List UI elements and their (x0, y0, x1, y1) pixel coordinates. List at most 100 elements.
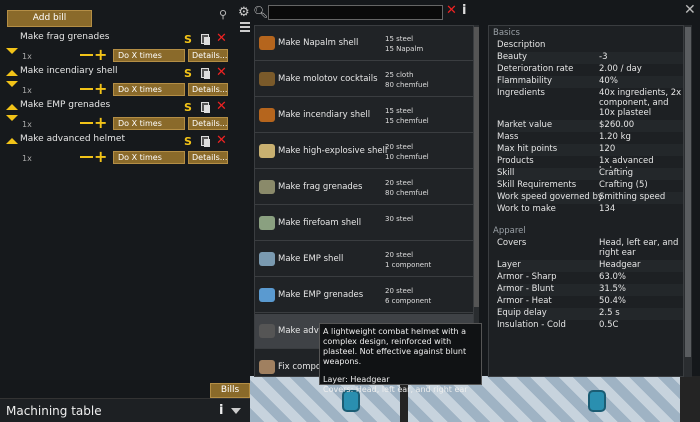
bill-title: Make incendiary shell (20, 66, 118, 76)
info-icon[interactable]: i (462, 3, 466, 18)
stat-row[interactable]: Market value $260.00 (497, 120, 683, 132)
move-up-icon[interactable] (6, 138, 18, 144)
suspend-icon[interactable]: S (184, 101, 192, 114)
decrement-icon[interactable] (80, 156, 93, 158)
decrement-icon[interactable] (80, 88, 93, 90)
increment-icon[interactable]: + (94, 81, 107, 97)
copy-icon[interactable] (201, 136, 210, 147)
increment-icon[interactable]: + (94, 149, 107, 165)
add-bill-button[interactable]: Add bill (7, 10, 92, 27)
stat-row[interactable]: Skill Crafting (497, 168, 683, 180)
stat-row[interactable]: Max hit points 120 (497, 144, 683, 156)
stat-row[interactable]: Insulation - Cold 0.5C (497, 320, 683, 332)
stat-row[interactable]: Covers Head, left ear, and right ear (497, 238, 683, 260)
bill-title: Make frag grenades (20, 32, 110, 42)
recipe-icon (259, 216, 275, 230)
stat-row[interactable]: Products1x advanced helmet (497, 156, 683, 176)
suspend-icon[interactable]: S (184, 67, 192, 80)
copy-icon[interactable] (201, 34, 210, 45)
stat-row[interactable]: Mass 1.20 kg (497, 132, 683, 144)
menu-icon[interactable] (240, 22, 250, 34)
move-down-icon[interactable] (6, 48, 18, 54)
stat-label: Products (497, 156, 534, 166)
stat-value: 50.4% (599, 296, 627, 306)
stat-value: Crafting (5) (599, 180, 648, 190)
stat-row[interactable]: Description (497, 40, 683, 52)
stat-row[interactable]: Beauty -3 (497, 52, 683, 64)
stat-label: Mass (497, 132, 519, 142)
recipe-item[interactable]: Make frag grenades 20 steel 80 chemfuel (255, 170, 473, 205)
details-button[interactable]: Details... (188, 83, 228, 96)
recipe-item[interactable]: Make firefoam shell 30 steel (255, 206, 473, 241)
item-tooltip: A lightweight combat helmet with a compl… (319, 323, 482, 394)
suspend-icon[interactable]: S (184, 135, 192, 148)
do-x-times-button[interactable]: Do X times (113, 49, 185, 62)
chevron-down-icon[interactable] (231, 408, 241, 414)
recipe-item[interactable]: Make EMP shell 20 steel 1 component (255, 242, 473, 277)
bill-row: Make incendiary shell 1x + Do X times De… (0, 65, 250, 100)
ingredient-line: 15 steel (385, 107, 414, 115)
bill-count: 1x (22, 154, 32, 163)
close-icon[interactable]: ✕ (684, 2, 696, 18)
stat-row[interactable]: Armor - Sharp 63.0% (497, 272, 683, 284)
pin-icon[interactable]: ⚲ (219, 8, 227, 21)
move-up-icon[interactable] (6, 104, 18, 110)
do-x-times-button[interactable]: Do X times (113, 83, 185, 96)
move-down-icon[interactable] (6, 115, 18, 121)
increment-icon[interactable]: + (94, 115, 107, 131)
delete-icon[interactable]: ✕ (216, 65, 227, 80)
details-button[interactable]: Details... (188, 151, 228, 164)
map-wall (680, 376, 700, 422)
increment-icon[interactable]: + (94, 47, 107, 63)
move-up-icon[interactable] (6, 70, 18, 76)
stat-row[interactable]: Deterioration rate 2.00 / day (497, 64, 683, 76)
stat-row[interactable]: Work to make 134 (497, 204, 683, 216)
recipe-item[interactable]: Make molotov cocktails 25 cloth 80 chemfue… (255, 62, 473, 97)
recipe-item[interactable]: Make EMP grenades 20 steel 6 component (255, 278, 473, 313)
recipe-name: Make incendiary shell (278, 110, 371, 120)
stat-row[interactable]: Equip delay 2.5 s (497, 308, 683, 320)
do-x-times-button[interactable]: Do X times (113, 117, 185, 130)
tab-bills[interactable]: Bills (210, 383, 250, 398)
info-icon[interactable]: i (219, 403, 223, 418)
tooltip-covers: Covers: Head, left ear, and right ear (323, 385, 468, 394)
stat-value: -3 (599, 52, 608, 62)
stat-row[interactable]: Work speed governed by Smithing speed (497, 192, 683, 204)
copy-icon[interactable] (201, 68, 210, 79)
stat-row[interactable]: Armor - Heat 50.4% (497, 296, 683, 308)
clear-search-icon[interactable]: ✕ (446, 3, 457, 18)
suspend-icon[interactable]: S (184, 33, 192, 46)
stat-row[interactable]: Ingredients 40x ingredients, 2x component… (497, 88, 683, 120)
delete-icon[interactable]: ✕ (216, 99, 227, 114)
decrement-icon[interactable] (80, 122, 93, 124)
stat-value: Head, left ear, and right ear (599, 238, 679, 258)
info-card: Basics Description Beauty -3 Deterioration r… (488, 25, 684, 377)
gear-icon[interactable]: ⚙ (238, 5, 250, 20)
search-input[interactable] (268, 5, 443, 20)
recipe-item[interactable]: Make Napalm shell 15 steel 15 Napalm (255, 26, 473, 61)
details-button[interactable]: Details... (188, 49, 228, 62)
move-down-icon[interactable] (6, 81, 18, 87)
stat-label: Insulation - Cold (497, 320, 566, 330)
info-card-scrollbar[interactable] (684, 25, 692, 377)
ingredient-line: 15 chemfuel (385, 117, 429, 125)
recipe-ingredients: 25 cloth 80 chemfuel (385, 70, 429, 90)
stat-value: 2.00 / day (599, 64, 642, 74)
decrement-icon[interactable] (80, 54, 93, 56)
ingredient-line: 20 steel (385, 179, 414, 187)
delete-icon[interactable]: ✕ (216, 31, 227, 46)
copy-icon[interactable] (201, 102, 210, 113)
recipe-item[interactable]: Make high-explosive shell 20 steel 10 chem… (255, 134, 473, 169)
stat-row[interactable]: Layer Headgear (497, 260, 683, 272)
recipe-name: Make molotov cocktails (278, 74, 378, 84)
stat-value: 0.5C (599, 320, 619, 330)
delete-icon[interactable]: ✕ (216, 133, 227, 148)
bill-row: Make frag grenades 1x + Do X times Detai… (0, 31, 250, 66)
do-x-times-button[interactable]: Do X times (113, 151, 185, 164)
details-button[interactable]: Details... (188, 117, 228, 130)
recipe-item[interactable]: Make incendiary shell 15 steel 15 chemfuel (255, 98, 473, 133)
stat-row[interactable]: Armor - Blunt 31.5% (497, 284, 683, 296)
recipe-icon (259, 360, 275, 374)
stat-row[interactable]: Skill Requirements Crafting (5) (497, 180, 683, 192)
stat-row[interactable]: Flammability 40% (497, 76, 683, 88)
